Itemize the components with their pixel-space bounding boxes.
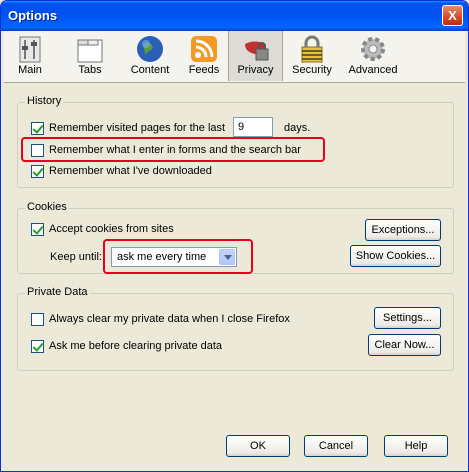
private-data-settings-button[interactable]: Settings... — [374, 307, 441, 329]
accept-cookies-label: Accept cookies from sites — [49, 223, 174, 235]
remember-pages-label: Remember visited pages for the last — [49, 122, 226, 134]
gear-icon — [361, 37, 385, 61]
pane-toolbar: Main Tabs Content Feeds Privacy Security… — [4, 31, 465, 83]
exceptions-button[interactable]: Exceptions... — [365, 219, 441, 241]
tab-privacy-label: Privacy — [237, 64, 274, 76]
tab-content-label: Content — [130, 64, 170, 76]
main-icon — [19, 36, 41, 63]
cancel-button[interactable]: Cancel — [304, 435, 368, 457]
private-data-group-title: Private Data — [25, 286, 90, 298]
options-window: Options X Main Tabs Content Feeds Privac… — [0, 0, 469, 472]
private-data-group — [17, 293, 454, 371]
always-clear-checkbox[interactable] — [31, 313, 44, 326]
tab-security-label: Security — [292, 64, 332, 76]
tab-feeds-label: Feeds — [188, 64, 220, 76]
remember-downloads-checkbox[interactable] — [31, 165, 44, 178]
tab-advanced-label: Advanced — [348, 64, 398, 76]
tab-advanced[interactable]: Advanced — [344, 31, 402, 81]
globe-icon — [137, 36, 163, 62]
window-title: Options — [8, 8, 58, 23]
close-button[interactable]: X — [442, 5, 463, 26]
history-days-input[interactable] — [233, 117, 273, 137]
title-bar[interactable]: Options X — [1, 1, 468, 31]
clear-now-button[interactable]: Clear Now... — [368, 334, 441, 356]
accept-cookies-checkbox[interactable] — [31, 223, 44, 236]
rss-icon — [191, 36, 217, 62]
remember-pages-checkbox[interactable] — [31, 122, 44, 135]
history-days-unit: days. — [284, 122, 311, 134]
remember-downloads-label: Remember what I've downloaded — [49, 165, 212, 177]
ask-before-clearing-label: Ask me before clearing private data — [49, 340, 223, 352]
padlock-icon — [301, 35, 323, 63]
tab-main-label: Main — [18, 64, 42, 76]
help-button[interactable]: Help — [384, 435, 448, 457]
show-cookies-button[interactable]: Show Cookies... — [350, 245, 441, 267]
always-clear-label: Always clear my private data when I clos… — [49, 313, 290, 325]
highlight-keep-until — [103, 239, 253, 274]
tab-content[interactable]: Content — [122, 31, 178, 81]
ok-button[interactable]: OK — [226, 435, 290, 457]
ask-before-clearing-checkbox[interactable] — [31, 340, 44, 353]
highlight-remember-forms — [21, 137, 325, 162]
tab-tabs[interactable]: Tabs — [67, 31, 113, 81]
tab-main[interactable]: Main — [7, 31, 53, 81]
tabs-icon — [77, 39, 103, 63]
keep-until-label: Keep until: — [50, 251, 102, 263]
tab-security[interactable]: Security — [287, 31, 337, 81]
history-group-title: History — [25, 95, 64, 107]
lock-mask-icon — [244, 41, 268, 61]
tab-privacy[interactable]: Privacy — [228, 31, 283, 81]
tab-tabs-label: Tabs — [78, 64, 102, 76]
cookies-group-title: Cookies — [25, 201, 69, 213]
tab-feeds[interactable]: Feeds — [181, 31, 227, 81]
